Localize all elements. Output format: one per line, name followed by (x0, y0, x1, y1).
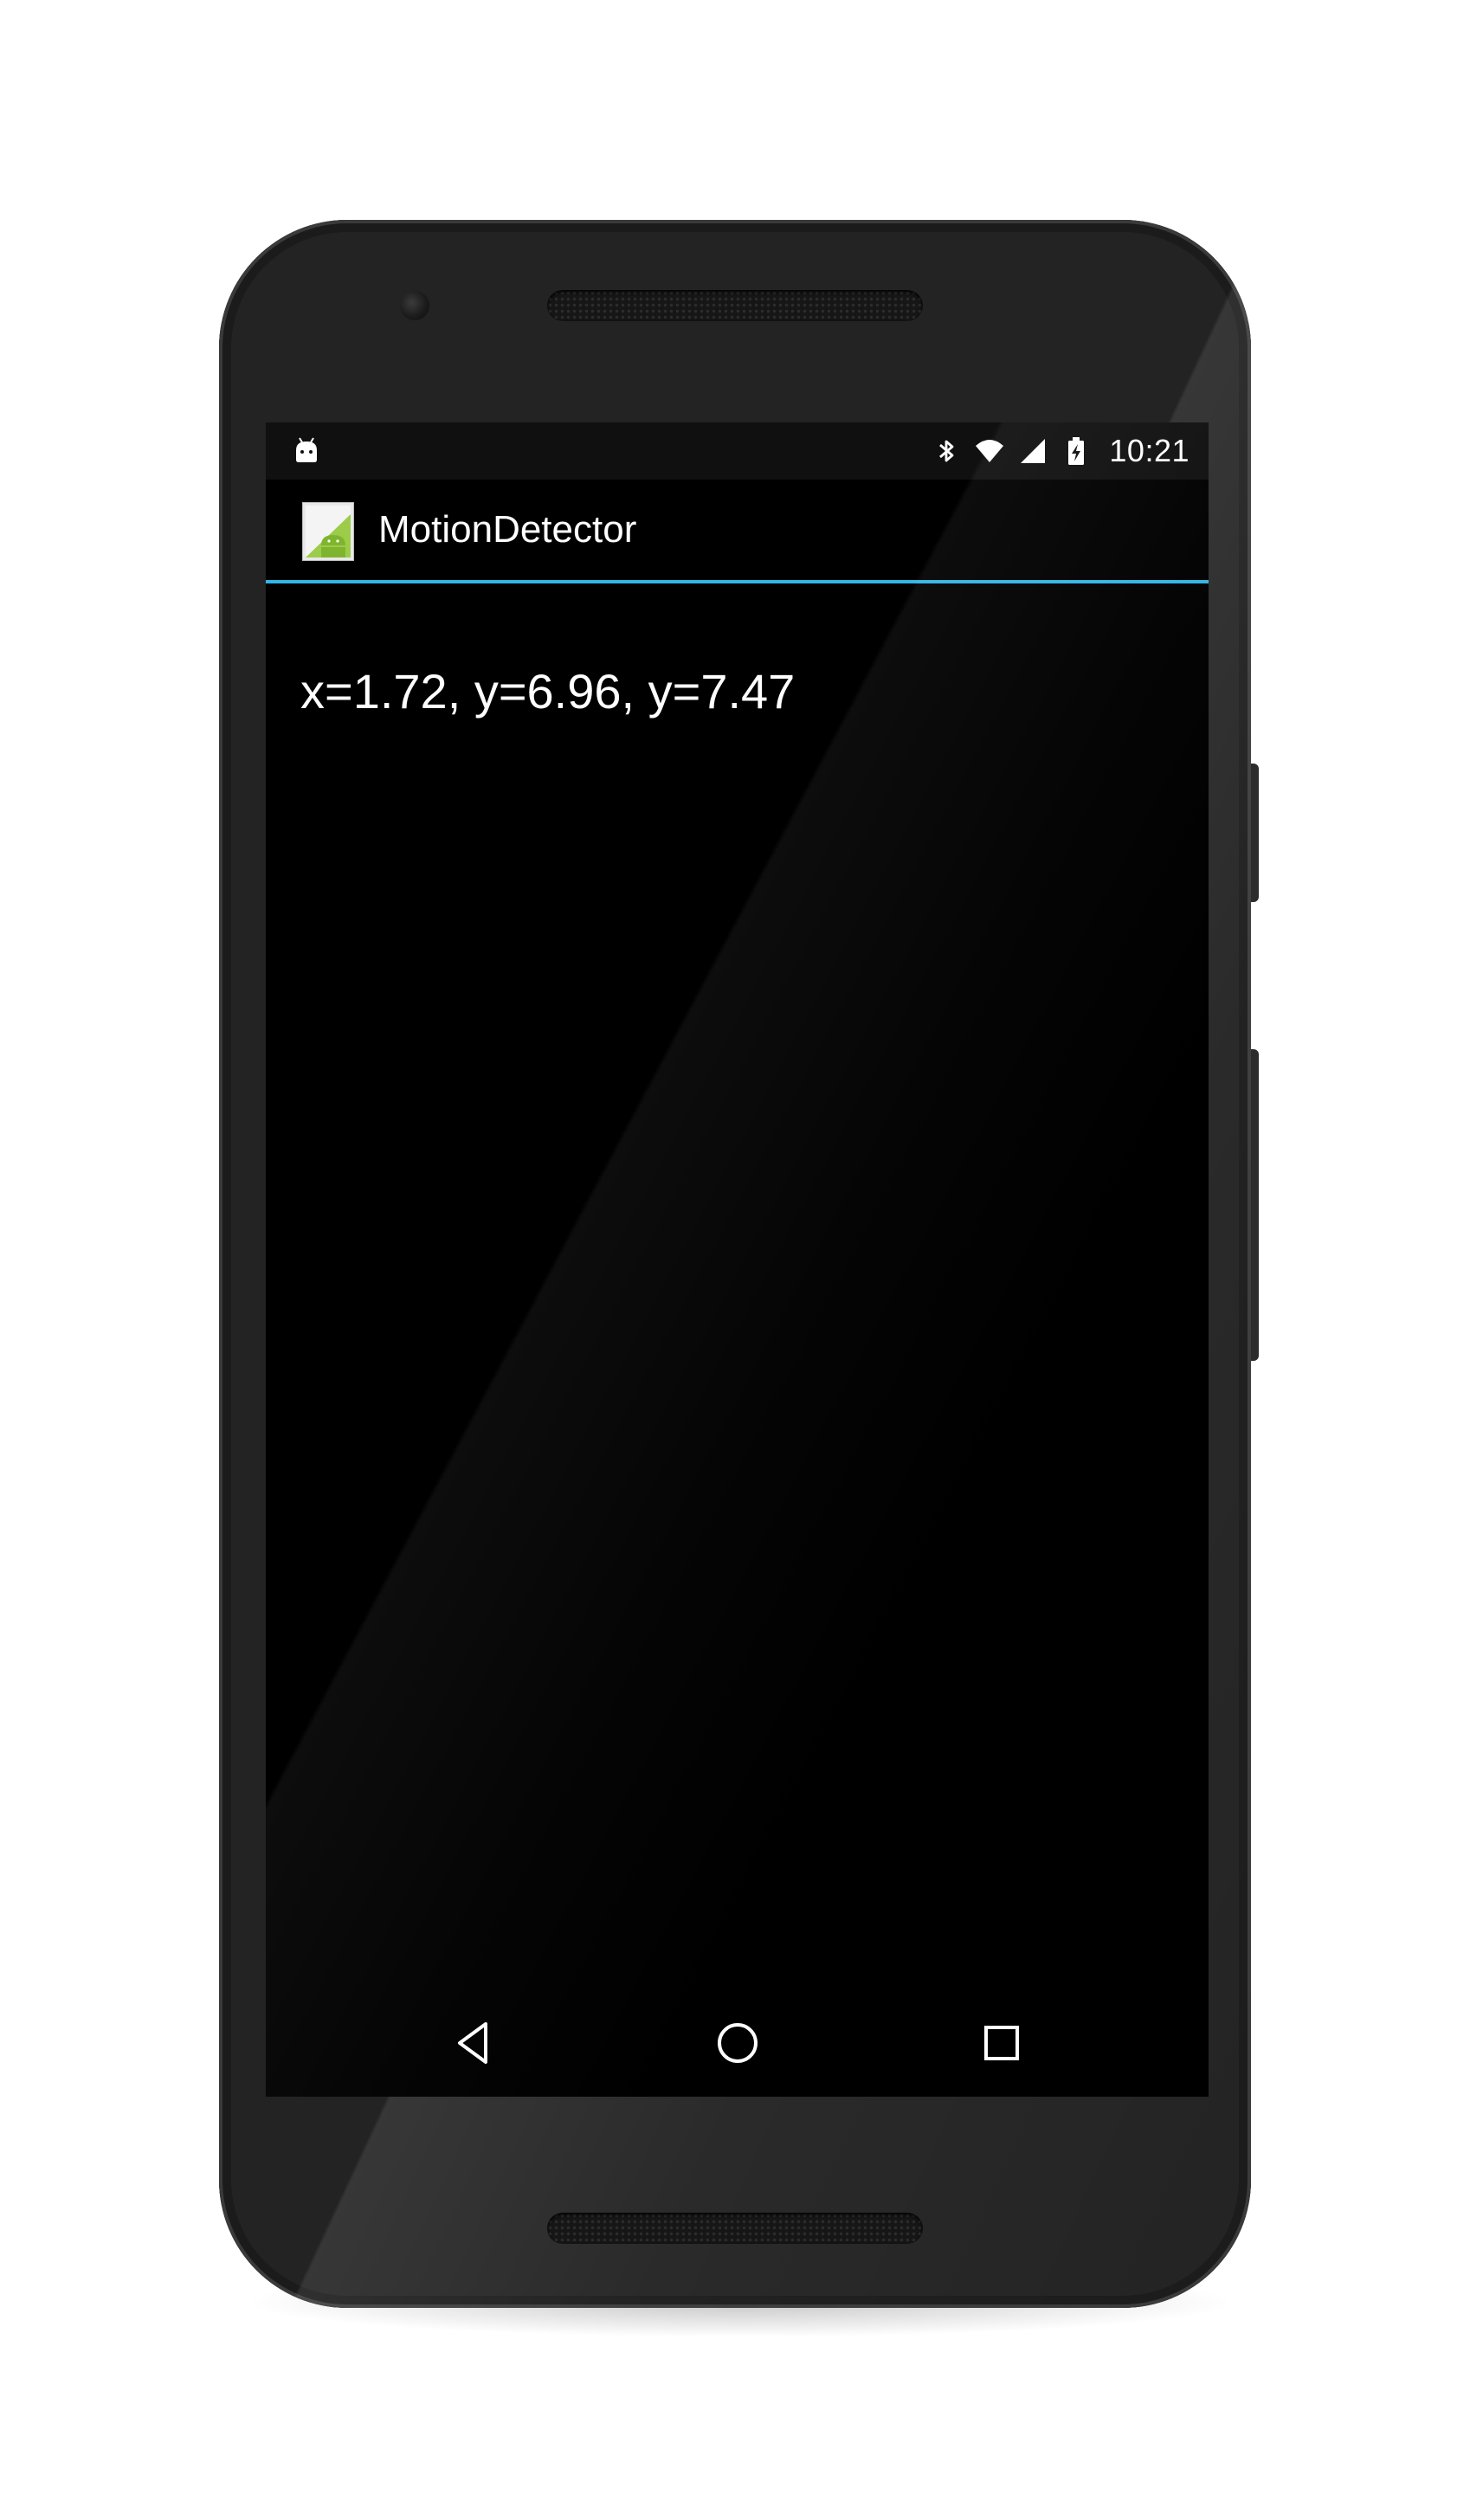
android-app-icon (302, 502, 354, 561)
recents-button[interactable] (967, 2008, 1036, 2078)
action-bar: MotionDetector (266, 480, 1209, 580)
android-debug-icon (296, 437, 317, 462)
home-button[interactable] (703, 2008, 772, 2078)
phone-screen: 10:21 MotionDetector x=1.72, y=6.96, y=7… (266, 422, 1209, 2097)
home-icon (718, 2023, 758, 2063)
status-indicators: 10:21 (931, 422, 1190, 480)
bottom-speaker-grille (547, 2213, 923, 2244)
cell-signal-icon (1021, 439, 1046, 463)
sensor-readout: x=1.72, y=6.96, y=7.47 (300, 664, 796, 719)
app-title: MotionDetector (378, 508, 637, 551)
top-speaker-grille (547, 290, 923, 321)
bluetooth-icon (939, 440, 954, 462)
back-icon (458, 2022, 487, 2064)
status-bar: 10:21 (266, 422, 1209, 480)
navigation-bar (266, 1991, 1209, 2097)
action-bar-divider (266, 580, 1209, 583)
status-clock: 10:21 (1109, 433, 1190, 468)
back-button[interactable] (439, 2008, 508, 2078)
wifi-icon (976, 440, 1004, 462)
front-camera (400, 291, 429, 320)
recents-icon (984, 2026, 1019, 2060)
battery-charging-icon (1068, 437, 1085, 465)
